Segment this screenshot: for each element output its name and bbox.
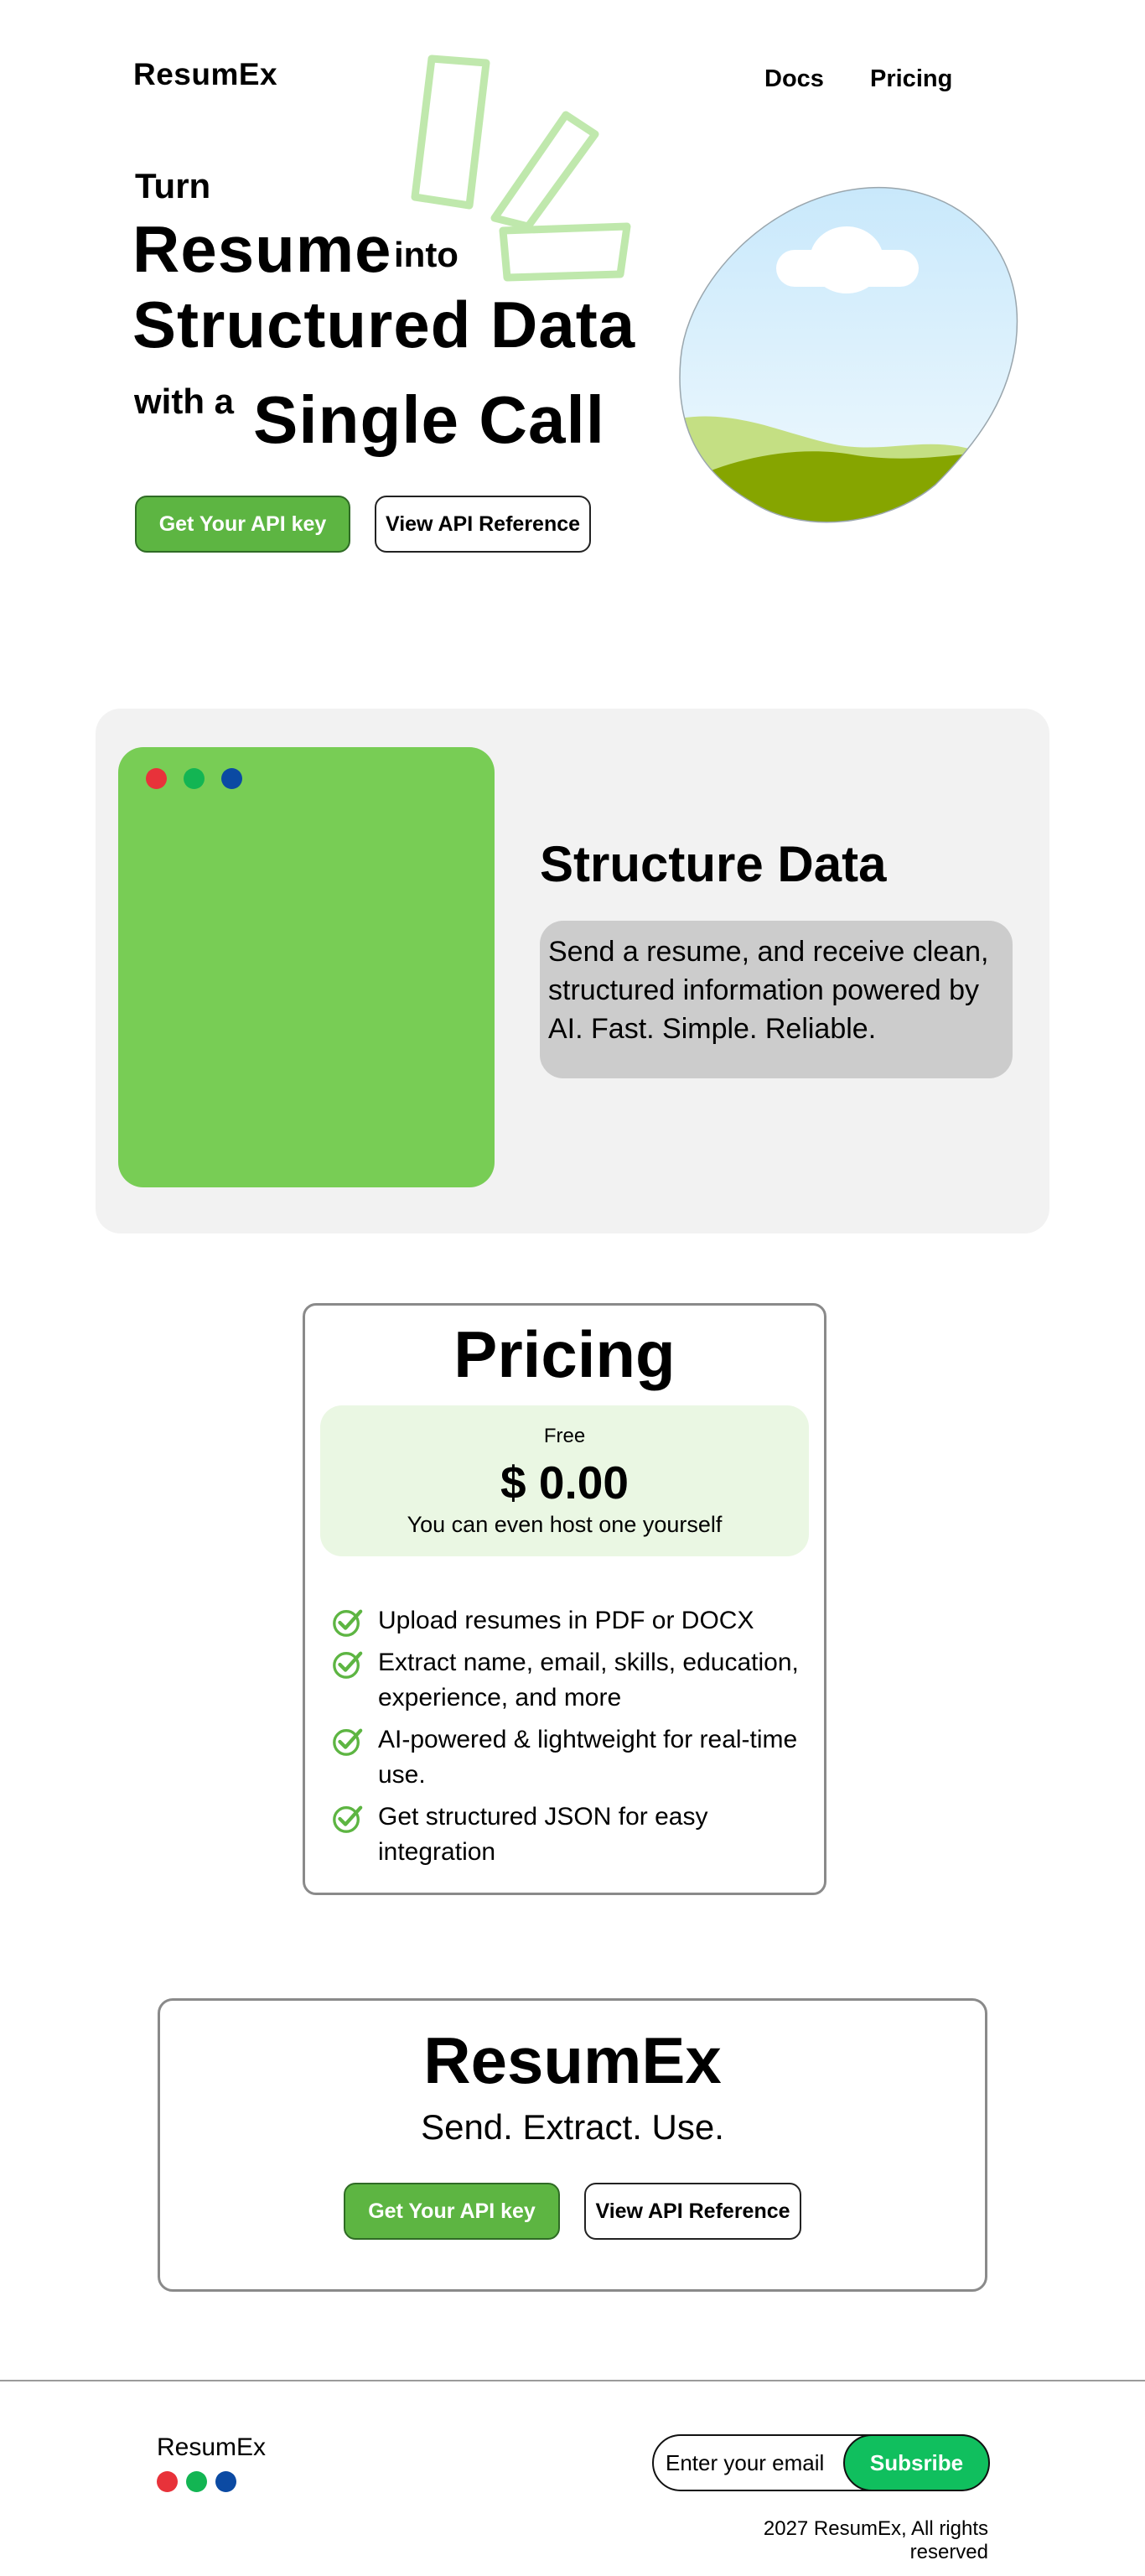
get-api-key-button[interactable]: Get Your API key [135,496,350,553]
pricing-feature-item: Get structured JSON for easy integration [331,1800,800,1870]
nav-link-docs[interactable]: Docs [764,65,824,93]
hero-line-single-call: Single Call [253,382,605,457]
pricing-title: Pricing [453,1317,676,1391]
cta-view-api-reference-button[interactable]: View API Reference [584,2183,801,2240]
window-dot-blue [221,768,242,789]
hero-line-into: into [394,235,459,274]
check-circle-icon [333,1609,363,1637]
nav-link-pricing[interactable]: Pricing [870,65,952,93]
window-dot-red [146,768,167,789]
footer-logo[interactable]: ResumEx [157,2433,266,2462]
app-window-preview [118,747,495,1187]
copyright-text: 2027 ResumEx, All rights reserved [763,2517,988,2563]
site-logo[interactable]: ResumEx [133,57,277,92]
cta-title: ResumEx [423,2023,722,2097]
feature-description: Send a resume, and receive clean, struct… [540,921,1013,1078]
plan-note: You can even host one yourself [407,1512,723,1537]
cta-get-api-key-button[interactable]: Get Your API key [344,2183,560,2240]
hero-line-structured-data: Structured Data [132,288,636,361]
pricing-feature-text: AI-powered & lightweight for real-time u… [378,1726,798,1789]
plan-price: $ 0.00 [500,1457,629,1509]
pricing-feature-item: Extract name, email, skills, education, … [331,1645,834,1716]
check-circle-icon [333,1651,363,1679]
pricing-feature-text: Extract name, email, skills, education, … [378,1649,799,1711]
free-plan-box: Free $ 0.00 You can even host one yourse… [320,1405,809,1556]
pricing-feature-text: Upload resumes in PDF or DOCX [378,1607,754,1634]
footer-dot-green [186,2471,207,2492]
plan-name: Free [543,1425,586,1447]
check-circle-icon [333,1728,363,1756]
pricing-feature-item: AI-powered & lightweight for real-time u… [331,1722,800,1793]
email-input[interactable] [666,2444,842,2481]
footer-divider [0,2380,1145,2381]
check-circle-icon [333,1805,363,1833]
footer-dot-blue [215,2471,236,2492]
hero-line-turn: Turn [135,166,211,205]
hero-line-with-a: with a [134,382,235,421]
window-dot-green [184,768,205,789]
subscribe-button[interactable]: Subsribe [843,2434,990,2491]
pricing-feature-text: Get structured JSON for easy integration [378,1803,708,1866]
landscape-illustration-icon [679,186,1018,523]
pricing-feature-item: Upload resumes in PDF or DOCX [331,1603,834,1639]
view-api-reference-button[interactable]: View API Reference [375,496,591,553]
feature-title: Structure Data [540,836,887,892]
cta-tagline: Send. Extract. Use. [421,2107,724,2147]
hero-line-resume: Resume [132,212,392,286]
newsletter-form: Subsribe [652,2434,990,2491]
footer-dot-red [157,2471,178,2492]
